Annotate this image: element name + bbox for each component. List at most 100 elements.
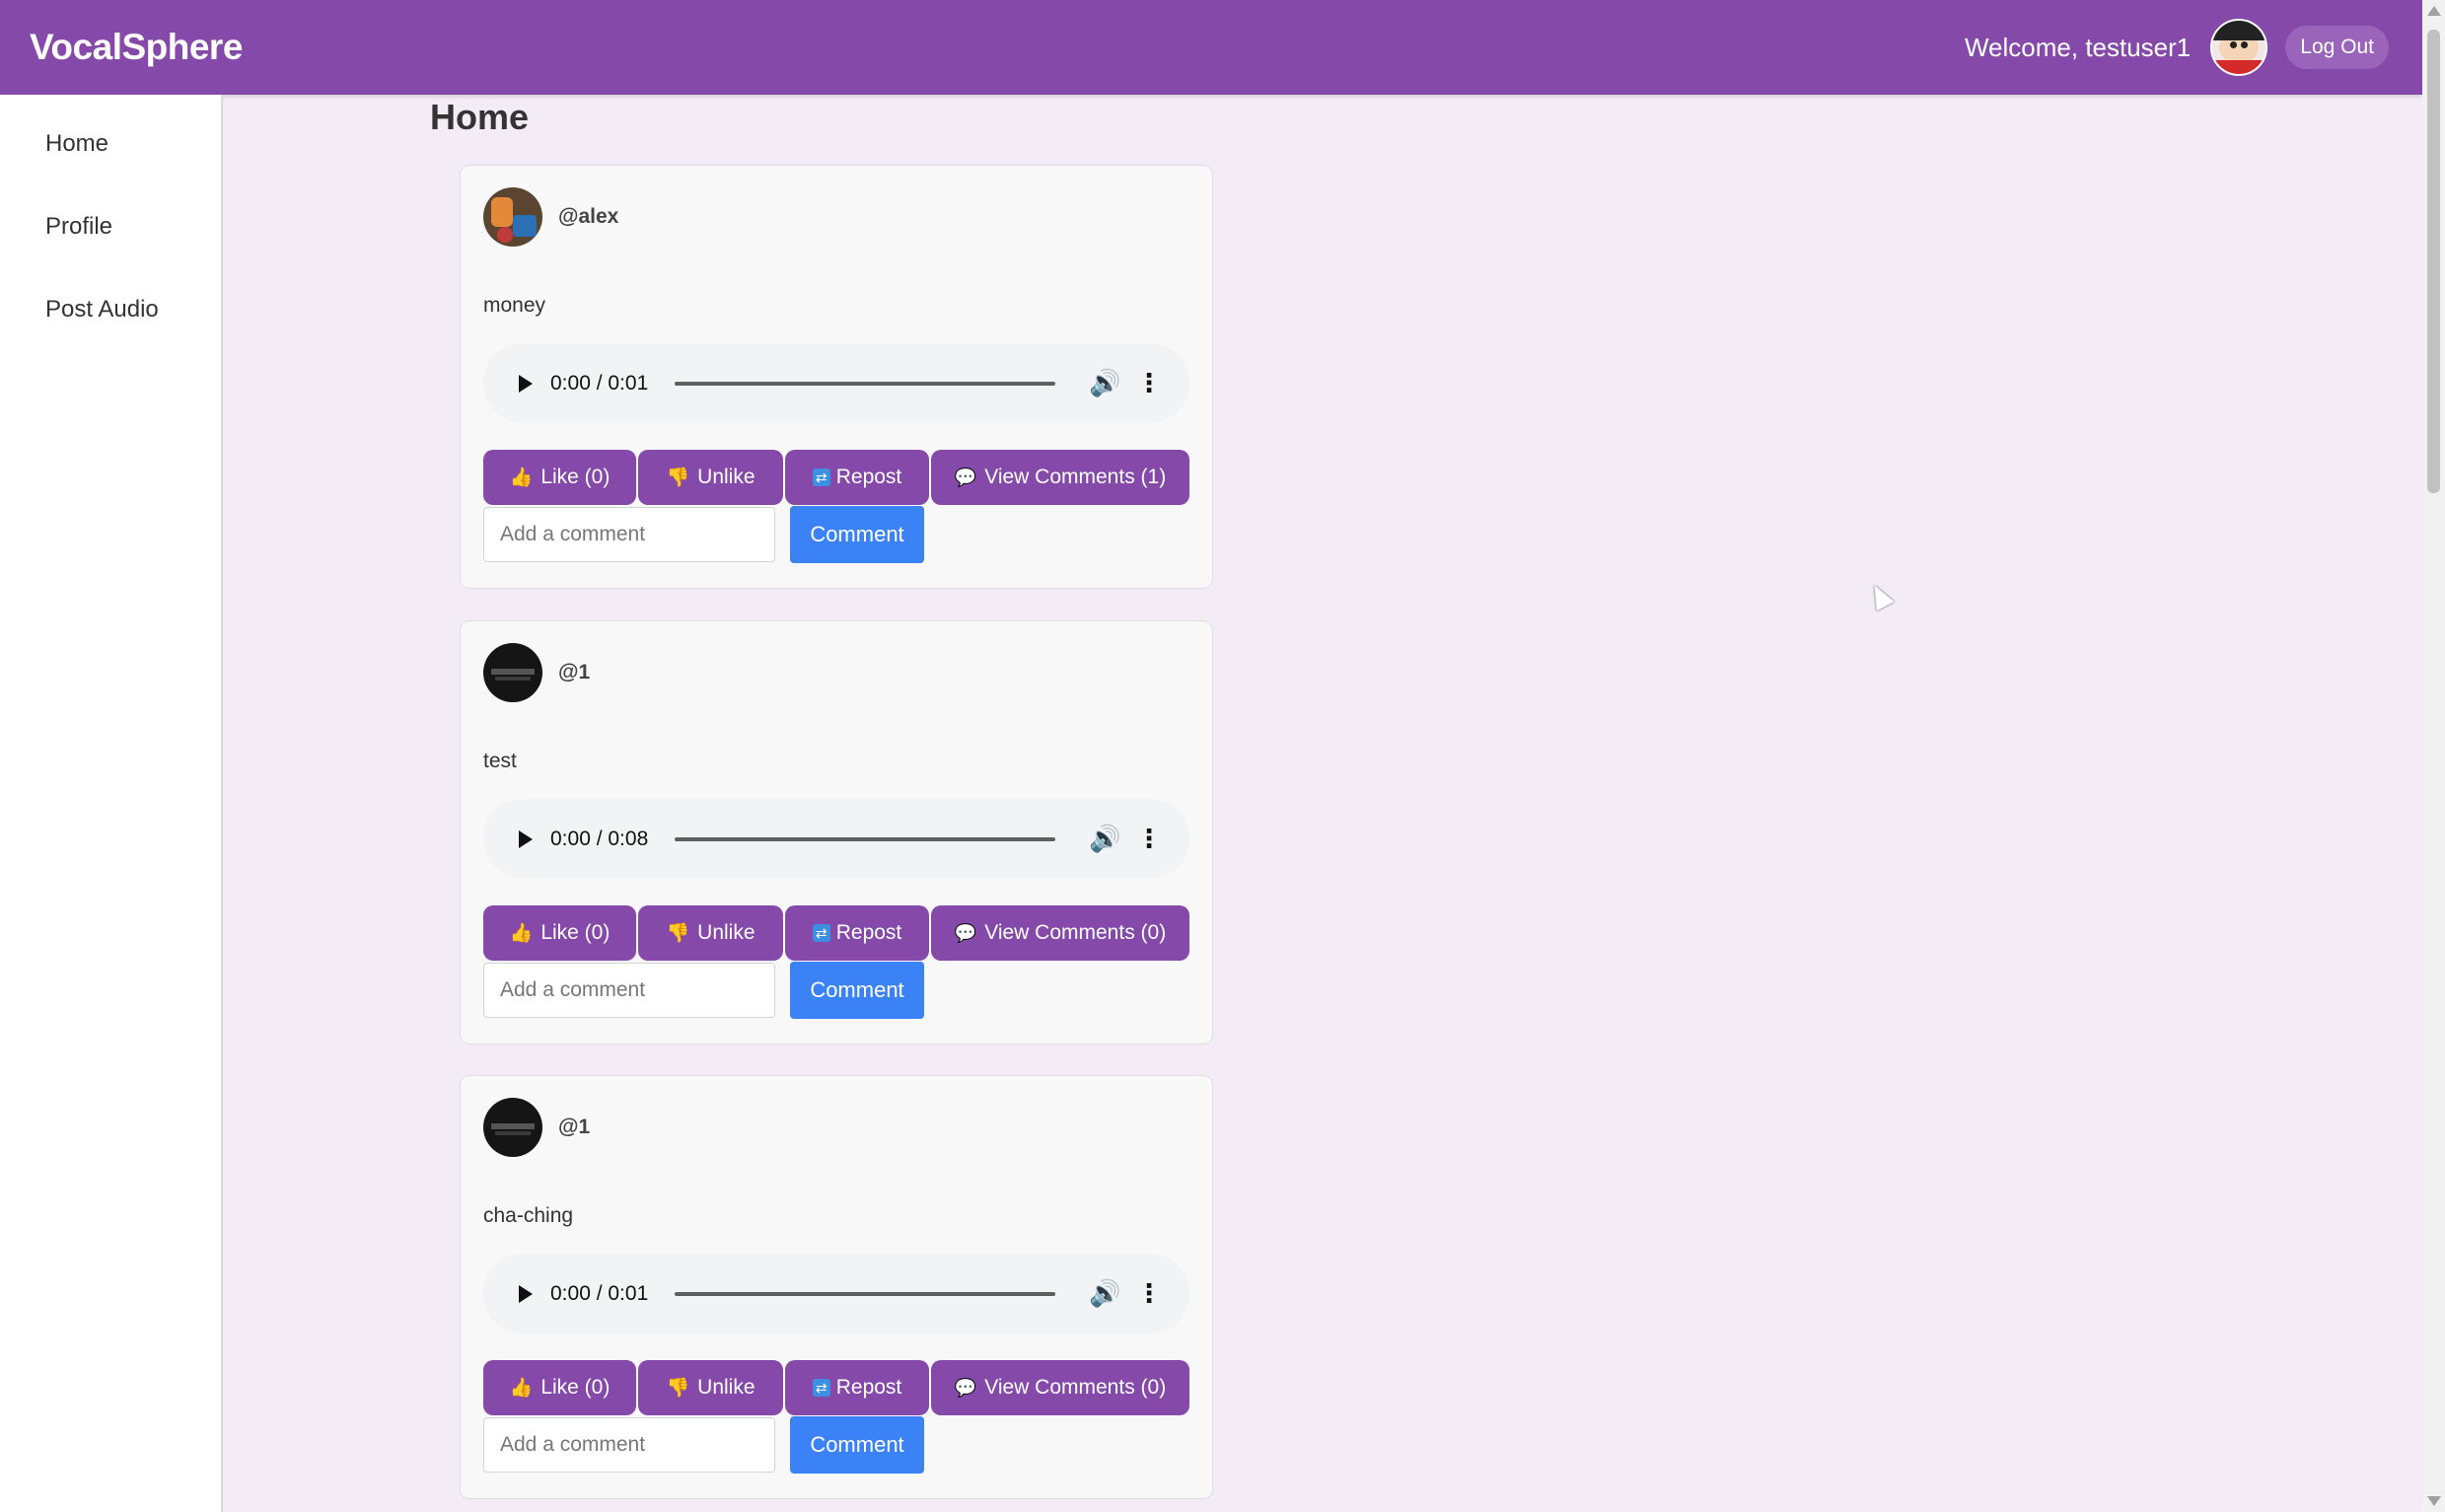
post-avatar[interactable]: [483, 1098, 542, 1157]
comment-button[interactable]: Comment: [790, 506, 924, 563]
view-comments-button[interactable]: 💬 View Comments (1): [931, 450, 1189, 505]
sidebar-item-post-audio[interactable]: Post Audio: [45, 296, 221, 324]
post-card: @alex money 0:00 / 0:01 🔊 ⋮ 👍 Like (0) 👎…: [460, 165, 1213, 589]
repost-label: Repost: [835, 466, 902, 488]
comment-row: Comment: [483, 962, 924, 1019]
sidebar: Home Profile Post Audio: [0, 95, 223, 1512]
volume-icon[interactable]: 🔊: [1089, 368, 1120, 398]
audio-seek-bar[interactable]: [675, 836, 1055, 841]
audio-player: 0:00 / 0:08 🔊 ⋮: [483, 799, 1189, 879]
play-icon[interactable]: [519, 829, 533, 848]
unlike-button[interactable]: 👎 Unlike: [638, 450, 783, 505]
like-label: Like (0): [540, 466, 611, 488]
scrollbar-thumb[interactable]: [2427, 30, 2440, 493]
audio-seek-bar[interactable]: [675, 381, 1055, 386]
user-avatar[interactable]: [2210, 19, 2268, 76]
repost-label: Repost: [835, 921, 902, 944]
like-label: Like (0): [540, 921, 611, 944]
play-icon[interactable]: [519, 374, 533, 393]
post-card: @1 test 0:00 / 0:08 🔊 ⋮ 👍 Like (0) 👎 Unl…: [460, 620, 1213, 1044]
sidebar-item-home[interactable]: Home: [45, 130, 221, 158]
post-text: money: [483, 294, 546, 317]
more-vertical-icon[interactable]: ⋮: [1136, 1278, 1162, 1309]
post-username[interactable]: @alex: [558, 205, 618, 229]
audio-player: 0:00 / 0:01 🔊 ⋮: [483, 1254, 1189, 1333]
view-comments-label: View Comments (0): [984, 921, 1167, 944]
sidebar-item-profile[interactable]: Profile: [45, 213, 221, 241]
comment-input[interactable]: [483, 963, 775, 1018]
comment-row: Comment: [483, 1416, 924, 1474]
repost-button[interactable]: ⇄ Repost: [785, 905, 929, 961]
audio-time: 0:00 / 0:08: [550, 827, 649, 850]
scroll-up-icon[interactable]: [2427, 6, 2441, 16]
post-card: @1 cha-ching 0:00 / 0:01 🔊 ⋮ 👍 Like (0) …: [460, 1075, 1213, 1499]
comment-row: Comment: [483, 506, 924, 563]
avatar-shape: [497, 227, 513, 243]
repost-button[interactable]: ⇄ Repost: [785, 1360, 929, 1415]
post-header: @1: [483, 643, 590, 702]
post-username[interactable]: @1: [558, 661, 590, 684]
unlike-label: Unlike: [697, 1376, 755, 1399]
post-username[interactable]: @1: [558, 1116, 590, 1139]
view-comments-label: View Comments (0): [984, 1376, 1167, 1399]
speech-bubble-icon: 💬: [954, 1377, 977, 1398]
comment-button[interactable]: Comment: [790, 1416, 924, 1474]
audio-time: 0:00 / 0:01: [550, 1281, 649, 1305]
like-label: Like (0): [540, 1376, 611, 1399]
avatar-shape: [495, 677, 531, 681]
audio-time: 0:00 / 0:01: [550, 371, 649, 395]
more-vertical-icon[interactable]: ⋮: [1136, 824, 1162, 854]
avatar-shape: [513, 215, 537, 237]
post-header: @1: [483, 1098, 590, 1157]
thumbs-down-icon: 👎: [666, 468, 690, 488]
thumbs-down-icon: 👎: [666, 923, 690, 944]
post-avatar[interactable]: [483, 643, 542, 702]
avatar-shape: [491, 669, 535, 675]
post-avatar[interactable]: [483, 187, 542, 247]
avatar-shape: [491, 1123, 535, 1129]
volume-icon[interactable]: 🔊: [1089, 824, 1120, 854]
like-button[interactable]: 👍 Like (0): [483, 450, 636, 505]
post-actions: 👍 Like (0) 👎 Unlike ⇄ Repost 💬 View Comm…: [483, 450, 1191, 505]
post-actions: 👍 Like (0) 👎 Unlike ⇄ Repost 💬 View Comm…: [483, 1360, 1191, 1415]
user-area: Welcome, testuser1 Log Out: [1965, 19, 2389, 76]
thumbs-up-icon: 👍: [509, 923, 534, 944]
volume-icon[interactable]: 🔊: [1089, 1278, 1120, 1309]
unlike-button[interactable]: 👎 Unlike: [638, 905, 783, 961]
scroll-down-icon[interactable]: [2427, 1496, 2441, 1506]
comment-input[interactable]: [483, 507, 775, 562]
like-button[interactable]: 👍 Like (0): [483, 905, 636, 961]
post-text: test: [483, 750, 517, 772]
like-button[interactable]: 👍 Like (0): [483, 1360, 636, 1415]
post-header: @alex: [483, 187, 618, 247]
repost-icon: ⇄: [812, 924, 830, 942]
speech-bubble-icon: 💬: [954, 922, 977, 943]
view-comments-label: View Comments (1): [984, 466, 1167, 488]
avatar-hair: [2212, 21, 2266, 40]
more-vertical-icon[interactable]: ⋮: [1136, 368, 1162, 398]
play-icon[interactable]: [519, 1284, 533, 1303]
audio-player: 0:00 / 0:01 🔊 ⋮: [483, 343, 1189, 423]
welcome-text: Welcome, testuser1: [1964, 32, 2192, 62]
unlike-label: Unlike: [697, 921, 755, 944]
page-title: Home: [430, 97, 530, 137]
view-comments-button[interactable]: 💬 View Comments (0): [931, 1360, 1189, 1415]
avatar-shape: [495, 1131, 531, 1135]
avatar-shape: [491, 197, 513, 227]
view-comments-button[interactable]: 💬 View Comments (0): [931, 905, 1189, 961]
audio-seek-bar[interactable]: [675, 1291, 1055, 1296]
comment-input[interactable]: [483, 1417, 775, 1473]
post-actions: 👍 Like (0) 👎 Unlike ⇄ Repost 💬 View Comm…: [483, 905, 1191, 961]
scrollbar[interactable]: [2422, 0, 2445, 1512]
thumbs-down-icon: 👎: [666, 1378, 690, 1399]
repost-label: Repost: [835, 1376, 902, 1399]
repost-icon: ⇄: [812, 1379, 830, 1397]
repost-icon: ⇄: [812, 468, 830, 486]
repost-button[interactable]: ⇄ Repost: [785, 450, 929, 505]
logout-button[interactable]: Log Out: [2285, 26, 2389, 69]
unlike-label: Unlike: [697, 466, 755, 488]
comment-button[interactable]: Comment: [790, 962, 924, 1019]
thumbs-up-icon: 👍: [509, 468, 534, 488]
brand-logo[interactable]: VocalSphere: [30, 27, 243, 68]
unlike-button[interactable]: 👎 Unlike: [638, 1360, 783, 1415]
